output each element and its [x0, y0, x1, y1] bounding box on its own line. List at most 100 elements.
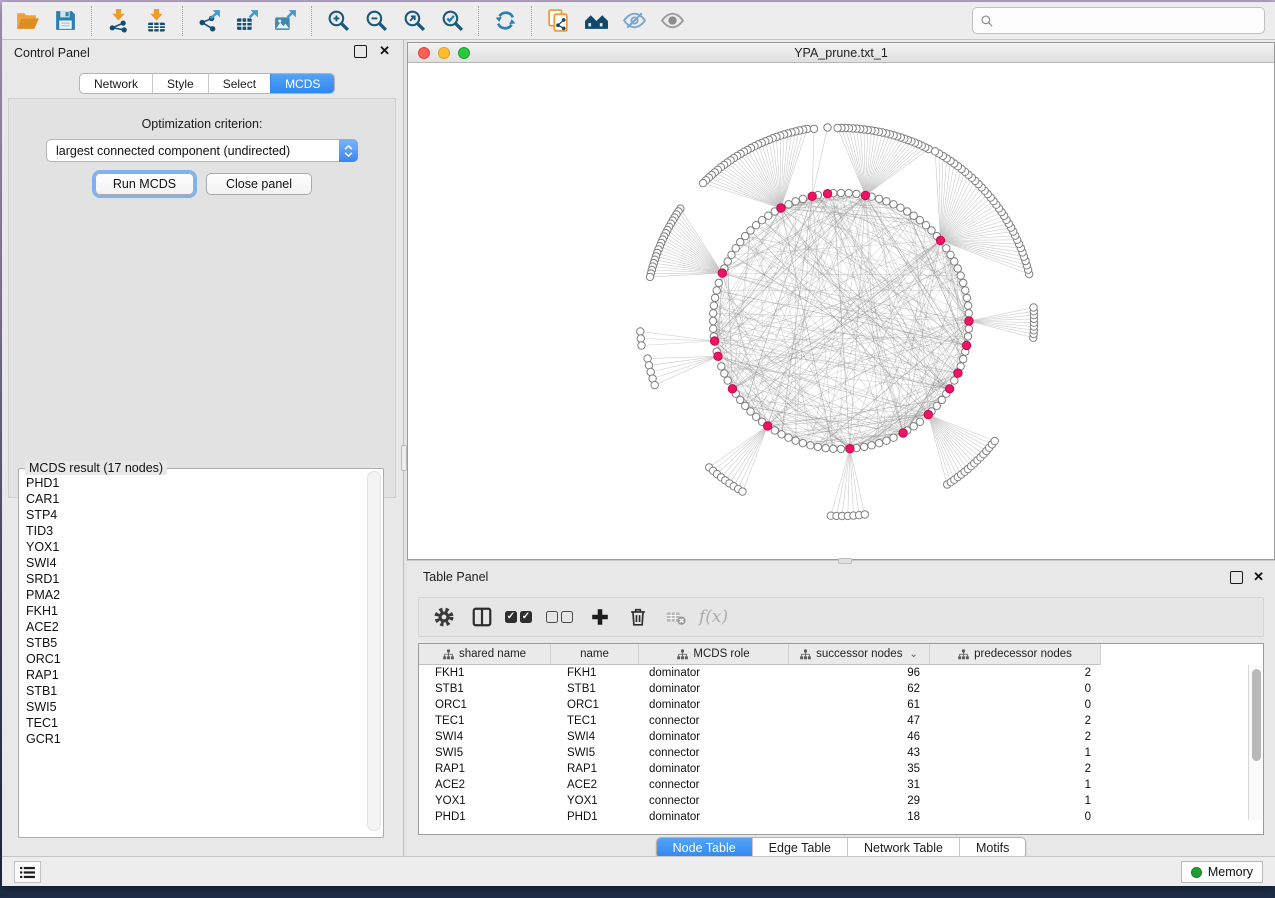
leaf-node[interactable]: [637, 328, 644, 335]
table-row[interactable]: YOX1YOX1connector291: [419, 793, 1101, 809]
leaf-node[interactable]: [638, 342, 645, 349]
network-node[interactable]: [957, 272, 964, 279]
mcds-result-item[interactable]: TEC1: [20, 715, 368, 731]
table-scrollbar[interactable]: [1248, 665, 1263, 820]
network-node[interactable]: [960, 355, 967, 362]
network-node[interactable]: [792, 198, 799, 205]
search-input[interactable]: [994, 14, 1264, 28]
network-node[interactable]: [964, 333, 971, 340]
export-network-icon[interactable]: [190, 5, 228, 37]
criterion-dropdown[interactable]: largest connected component (undirected): [46, 139, 358, 162]
copy-network-icon[interactable]: [539, 5, 577, 37]
network-canvas[interactable]: [408, 63, 1274, 559]
network-node[interactable]: [883, 198, 890, 205]
zoom-fit-icon[interactable]: [395, 5, 433, 37]
leaf-node[interactable]: [739, 488, 746, 495]
leaf-node[interactable]: [810, 125, 817, 132]
network-node[interactable]: [837, 445, 844, 452]
tab-mcds[interactable]: MCDS: [270, 74, 334, 93]
tab-node-table[interactable]: Node Table: [657, 838, 752, 858]
zoom-in-icon[interactable]: [319, 5, 357, 37]
float-table-panel-icon[interactable]: [1230, 571, 1243, 584]
select-all-checkboxes-icon[interactable]: ✓✓: [505, 611, 532, 623]
network-node[interactable]: [910, 212, 917, 219]
network-node[interactable]: [732, 245, 739, 252]
network-node[interactable]: [965, 310, 972, 317]
add-column-icon[interactable]: [585, 602, 615, 632]
mcds-result-item[interactable]: GCR1: [20, 731, 368, 747]
network-node[interactable]: [724, 377, 731, 384]
column-layout-icon[interactable]: [467, 602, 497, 632]
table-row[interactable]: ACE2ACE2connector311: [419, 777, 1101, 793]
network-node[interactable]: [875, 440, 882, 447]
zoom-out-icon[interactable]: [357, 5, 395, 37]
mcds-dominator-node[interactable]: [945, 385, 953, 393]
mcds-dominator-node[interactable]: [846, 445, 854, 453]
network-node[interactable]: [830, 445, 837, 452]
mcds-result-item[interactable]: SWI5: [20, 699, 368, 715]
mcds-result-item[interactable]: SRD1: [20, 571, 368, 587]
delete-table-icon[interactable]: [661, 602, 691, 632]
network-node[interactable]: [890, 434, 897, 441]
mcds-dominator-node[interactable]: [718, 269, 726, 277]
leaf-node[interactable]: [834, 124, 841, 131]
network-node[interactable]: [709, 317, 716, 324]
memory-button[interactable]: Memory: [1181, 861, 1263, 883]
tab-network-table[interactable]: Network Table: [847, 838, 959, 858]
leaf-node[interactable]: [861, 511, 868, 518]
run-mcds-button[interactable]: Run MCDS: [95, 173, 194, 195]
mcds-dominator-node[interactable]: [763, 422, 771, 430]
mcds-result-item[interactable]: CAR1: [20, 491, 368, 507]
tab-network[interactable]: Network: [80, 74, 152, 93]
mcds-dominator-node[interactable]: [954, 369, 962, 377]
column-header-MCDS-role[interactable]: MCDS role: [639, 644, 789, 665]
network-node[interactable]: [785, 434, 792, 441]
network-node[interactable]: [710, 325, 717, 332]
network-node[interactable]: [951, 258, 958, 265]
mcds-dominator-node[interactable]: [962, 341, 970, 349]
network-node[interactable]: [890, 201, 897, 208]
table-row[interactable]: TEC1TEC1connector472: [419, 713, 1101, 729]
mcds-result-item[interactable]: ORC1: [20, 651, 368, 667]
tab-select[interactable]: Select: [208, 74, 270, 93]
task-history-button[interactable]: [14, 861, 41, 883]
network-node[interactable]: [916, 418, 923, 425]
mcds-dominator-node[interactable]: [714, 352, 722, 360]
network-node[interactable]: [860, 443, 867, 450]
network-node[interactable]: [965, 325, 972, 332]
network-node[interactable]: [943, 245, 950, 252]
table-row[interactable]: SWI4SWI4dominator462: [419, 729, 1101, 745]
network-node[interactable]: [710, 302, 717, 309]
mcds-result-item[interactable]: FKH1: [20, 603, 368, 619]
mcds-dominator-node[interactable]: [823, 190, 831, 198]
network-node[interactable]: [904, 208, 911, 215]
close-table-panel-icon[interactable]: ✕: [1253, 569, 1264, 584]
network-node[interactable]: [962, 287, 969, 294]
network-node[interactable]: [792, 437, 799, 444]
float-panel-icon[interactable]: [354, 45, 367, 58]
table-row[interactable]: SWI5SWI5connector431: [419, 745, 1101, 761]
import-table-icon[interactable]: [137, 5, 175, 37]
table-row[interactable]: PHD1PHD1dominator180: [419, 809, 1101, 825]
network-node[interactable]: [951, 377, 958, 384]
table-row[interactable]: FKH1FKH1dominator962: [419, 665, 1101, 681]
leaf-node[interactable]: [644, 355, 651, 362]
mcds-result-item[interactable]: PMA2: [20, 587, 368, 603]
network-node[interactable]: [718, 363, 725, 370]
network-node[interactable]: [799, 440, 806, 447]
network-node[interactable]: [785, 201, 792, 208]
settings-gear-icon[interactable]: [429, 602, 459, 632]
tab-edge-table[interactable]: Edge Table: [752, 838, 847, 858]
network-node[interactable]: [883, 437, 890, 444]
column-header-successor-nodes[interactable]: successor nodes⌄: [789, 644, 930, 665]
network-node[interactable]: [728, 251, 735, 258]
open-file-icon[interactable]: [8, 5, 46, 37]
column-header-shared-name[interactable]: shared name: [419, 644, 551, 665]
deselect-all-checkboxes-icon[interactable]: [546, 611, 573, 623]
leaf-node[interactable]: [1030, 304, 1037, 311]
tab-style[interactable]: Style: [152, 74, 208, 93]
mcds-dominator-node[interactable]: [924, 410, 932, 418]
leaf-node[interactable]: [651, 381, 658, 388]
mcds-dominator-node[interactable]: [777, 204, 785, 212]
export-image-icon[interactable]: [266, 5, 304, 37]
